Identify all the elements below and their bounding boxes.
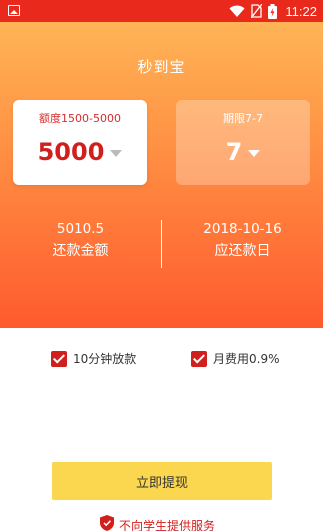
repay-amount-value: 5010.5 (56, 221, 105, 237)
repay-amount-stat: 5010.5 还款金额 (0, 220, 161, 262)
no-sim-icon (251, 4, 263, 18)
option-label: 10分钟放款 (73, 352, 137, 366)
amount-selector[interactable]: 额度1500-5000 5000 (13, 100, 147, 185)
term-range-label: 期限7-7 (223, 112, 263, 125)
option-monthly-fee[interactable]: 月费用0.9% (191, 350, 280, 367)
term-value: 7 (225, 138, 243, 166)
battery-charging-icon (268, 3, 278, 19)
term-value-row[interactable]: 7 (176, 138, 310, 166)
image-icon (8, 5, 20, 16)
option-label: 月费用0.9% (213, 352, 280, 366)
repay-date-stat: 2018-10-16 应还款日 (162, 220, 323, 262)
repay-date-label: 应还款日 (214, 243, 271, 259)
footer-notice-text: 不向学生提供服务 (119, 518, 216, 531)
repay-date-value: 2018-10-16 (203, 221, 282, 237)
footer-notice: 不向学生提供服务 (100, 515, 215, 531)
dropdown-caret-icon[interactable] (248, 149, 261, 157)
dropdown-caret-icon[interactable] (110, 149, 123, 157)
status-bar: 11:22 (0, 0, 323, 22)
checkbox-checked-icon[interactable] (191, 350, 207, 367)
repay-amount-label: 还款金额 (52, 243, 109, 259)
checkbox-checked-icon[interactable] (51, 350, 67, 367)
withdraw-button[interactable]: 立即提现 (52, 462, 272, 500)
status-bar-right: 11:22 (229, 2, 317, 20)
wifi-icon (229, 5, 245, 17)
term-selector[interactable]: 期限7-7 7 (176, 100, 310, 185)
option-fast-loan[interactable]: 10分钟放款 (51, 350, 136, 367)
amount-value: 5000 (37, 138, 105, 166)
shield-icon (100, 515, 114, 531)
page-title: 秒到宝 (137, 58, 186, 76)
amount-value-row[interactable]: 5000 (13, 138, 147, 166)
amount-range-label: 额度1500-5000 (39, 112, 121, 125)
status-time: 11:22 (285, 3, 317, 19)
hero-section: 秒到宝 额度1500-5000 5000 期限7-7 7 5010.5 还款金额… (0, 22, 323, 328)
